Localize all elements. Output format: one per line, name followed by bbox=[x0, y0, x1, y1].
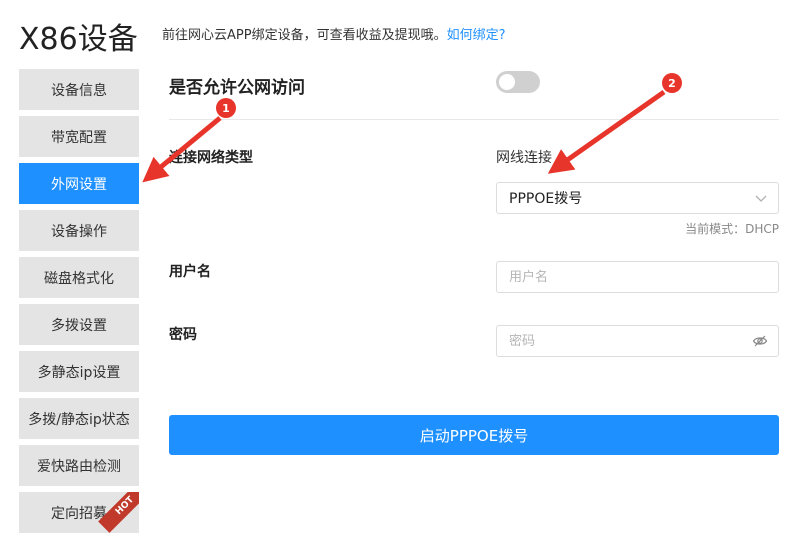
annotation-badge-2: 2 bbox=[662, 73, 682, 93]
section-divider bbox=[169, 119, 779, 120]
sidebar-item-bandwidth-config[interactable]: 带宽配置 bbox=[19, 116, 139, 157]
chevron-down-icon bbox=[755, 195, 767, 202]
sidebar-item-disk-format[interactable]: 磁盘格式化 bbox=[19, 257, 139, 298]
sidebar-item-dial-static-status[interactable]: 多拨/静态ip状态 bbox=[19, 398, 139, 439]
sidebar-item-device-operations[interactable]: 设备操作 bbox=[19, 210, 139, 251]
connection-type-label: 连接网络类型 bbox=[169, 150, 253, 166]
eye-off-icon[interactable] bbox=[752, 333, 768, 349]
toggle-knob bbox=[499, 74, 515, 90]
wired-connection-label: 网线连接 bbox=[496, 150, 552, 166]
bind-hint-text: 前往网心云APP绑定设备，可查看收益及提现哦。 bbox=[162, 28, 447, 43]
password-label: 密码 bbox=[169, 327, 197, 343]
public-access-label: 是否允许公网访问 bbox=[169, 78, 305, 98]
username-input[interactable] bbox=[496, 261, 779, 293]
page-title: X86设备 bbox=[19, 22, 138, 57]
username-label: 用户名 bbox=[169, 264, 211, 280]
how-to-bind-link[interactable]: 如何绑定? bbox=[447, 28, 506, 43]
current-mode-text: 当前模式：DHCP bbox=[685, 222, 779, 236]
sidebar-nav: 设备信息 带宽配置 外网设置 设备操作 磁盘格式化 多拨设置 多静态ip设置 多… bbox=[19, 69, 139, 539]
annotation-badge-1: 1 bbox=[216, 98, 236, 118]
connection-type-select[interactable]: PPPOE拨号 bbox=[496, 182, 779, 214]
annotation-arrow-2 bbox=[547, 89, 666, 174]
bind-hint: 前往网心云APP绑定设备，可查看收益及提现哦。如何绑定? bbox=[162, 24, 505, 43]
sidebar-item-targeted-recruit[interactable]: 定向招募 HOT bbox=[19, 492, 139, 533]
password-input[interactable] bbox=[496, 325, 779, 357]
sidebar-item-multi-dial[interactable]: 多拨设置 bbox=[19, 304, 139, 345]
sidebar-item-ikuai-check[interactable]: 爱快路由检测 bbox=[19, 445, 139, 486]
sidebar-item-device-info[interactable]: 设备信息 bbox=[19, 69, 139, 110]
connection-type-value: PPPOE拨号 bbox=[509, 191, 583, 207]
start-pppoe-button[interactable]: 启动PPPOE拨号 bbox=[169, 415, 779, 455]
public-access-toggle[interactable] bbox=[496, 71, 540, 93]
sidebar-item-multi-static-ip[interactable]: 多静态ip设置 bbox=[19, 351, 139, 392]
sidebar-item-wan-settings[interactable]: 外网设置 bbox=[19, 163, 139, 204]
